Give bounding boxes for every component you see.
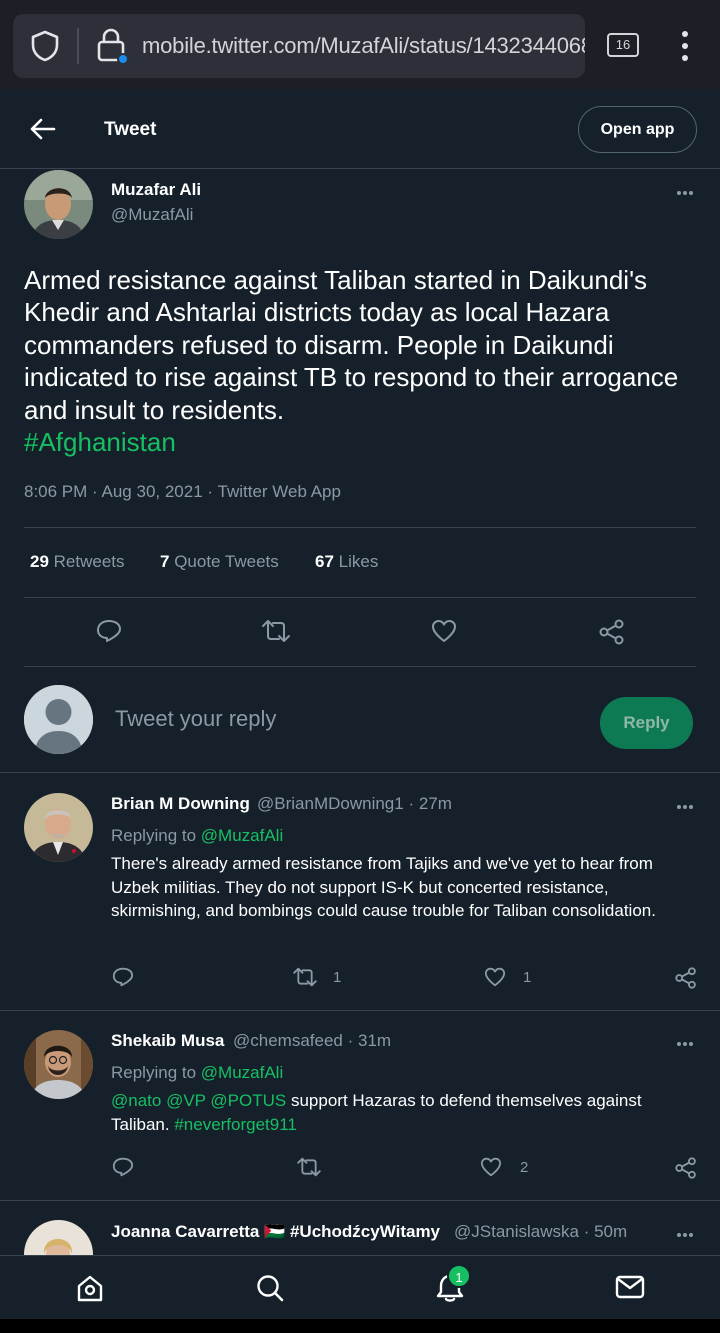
divider (24, 597, 696, 598)
handle-text: @chemsafeed (233, 1031, 343, 1050)
quotes-label: Quote Tweets (174, 552, 279, 571)
retweet-icon[interactable] (296, 1157, 322, 1177)
system-navigation-strip (0, 1319, 720, 1333)
share-icon[interactable] (675, 967, 697, 989)
notification-badge: 1 (447, 1264, 471, 1288)
tab-count-button[interactable]: 16 (607, 33, 639, 57)
search-icon[interactable] (255, 1273, 285, 1303)
open-app-button[interactable]: Open app (578, 106, 697, 153)
likes-stat[interactable]: 67 Likes (315, 552, 378, 572)
current-user-avatar[interactable] (24, 685, 93, 754)
replying-to-mention[interactable]: @MuzafAli (201, 1063, 283, 1082)
browser-menu-icon[interactable] (681, 30, 689, 62)
tweet-meta: 8:06 PM · Aug 30, 2021 · Twitter Web App (24, 482, 341, 502)
reply-text: @nato @VP @POTUS support Hazaras to defe… (111, 1089, 701, 1136)
more-options-icon[interactable] (676, 1232, 694, 1238)
share-icon[interactable] (599, 619, 625, 645)
tweet-body: Armed resistance against Taliban started… (24, 265, 679, 425)
retweets-label: Retweets (53, 552, 125, 571)
tweet-time[interactable]: 8:06 PM (24, 482, 87, 501)
handle-text: @BrianMDowning1 (257, 794, 404, 813)
likes-count: 67 (315, 552, 334, 571)
address-bar[interactable]: mobile.twitter.com/MuzafAli/status/14323… (13, 14, 585, 78)
like-heart-icon[interactable] (480, 1157, 502, 1177)
reply-author-handle[interactable]: @JStanislawska · 50m (454, 1222, 627, 1242)
reply-time[interactable]: · 27m (408, 794, 451, 813)
hashtag-link[interactable]: #Afghanistan (24, 427, 176, 457)
retweets-count: 29 (30, 552, 49, 571)
reply-author-name[interactable]: Shekaib Musa (111, 1031, 224, 1051)
share-icon[interactable] (675, 1157, 697, 1179)
shield-icon[interactable] (30, 30, 60, 62)
quote-tweets-stat[interactable]: 7 Quote Tweets (160, 552, 279, 572)
tweet-date[interactable]: Aug 30, 2021 (102, 482, 203, 501)
reply-icon[interactable] (112, 1157, 134, 1177)
replying-to-line: Replying to @MuzafAli (111, 1063, 283, 1083)
more-options-icon[interactable] (676, 804, 694, 810)
reply-avatar[interactable] (24, 793, 93, 862)
author-avatar[interactable] (24, 170, 93, 239)
replying-to-line: Replying to @MuzafAli (111, 826, 283, 846)
author-name[interactable]: Muzafar Ali (111, 180, 201, 200)
author-handle[interactable]: @MuzafAli (111, 205, 193, 225)
meta-separator: · (207, 482, 214, 501)
retweet-icon[interactable] (292, 967, 318, 987)
reply-icon[interactable] (96, 619, 122, 643)
retweets-stat[interactable]: 29 Retweets (30, 552, 125, 572)
reply-mentions[interactable]: @nato @VP @POTUS (111, 1091, 286, 1110)
like-heart-icon[interactable] (431, 619, 457, 643)
messages-envelope-icon[interactable] (615, 1275, 645, 1299)
more-options-icon[interactable] (676, 190, 694, 196)
address-separator (77, 28, 79, 64)
replying-to-label: Replying to (111, 826, 197, 845)
reply-time[interactable]: · 31m (348, 1031, 391, 1050)
hashtag-link[interactable]: #neverforget911 (174, 1115, 297, 1134)
handle-text: @JStanislawska (454, 1222, 579, 1241)
url-text[interactable]: mobile.twitter.com/MuzafAli/status/14323… (142, 33, 585, 59)
divider (24, 666, 696, 667)
reply-button[interactable]: Reply (600, 697, 693, 749)
reply-author-name[interactable]: Brian M Downing (111, 794, 250, 814)
likes-label: Likes (338, 552, 379, 571)
reply-avatar[interactable] (24, 1030, 93, 1099)
retweet-icon[interactable] (261, 619, 291, 643)
divider (24, 527, 696, 528)
home-icon[interactable] (75, 1273, 105, 1303)
replying-to-label: Replying to (111, 1063, 197, 1082)
like-count: 1 (523, 969, 532, 986)
divider (0, 1200, 720, 1201)
tweet-source: Twitter Web App (217, 482, 341, 501)
meta-separator: · (92, 482, 98, 501)
back-arrow-icon[interactable] (30, 117, 56, 141)
page-title: Tweet (104, 119, 157, 140)
app-header: Tweet Open app (0, 90, 720, 169)
more-options-icon[interactable] (676, 1041, 694, 1047)
quotes-count: 7 (160, 552, 170, 571)
replying-to-mention[interactable]: @MuzafAli (201, 826, 283, 845)
reply-text: There's already armed resistance from Ta… (111, 854, 656, 920)
bottom-navigation (0, 1255, 720, 1319)
retweet-count: 1 (333, 969, 342, 986)
tweet-text: Armed resistance against Taliban started… (24, 264, 694, 458)
reply-time[interactable]: · 50m (584, 1222, 627, 1241)
like-heart-icon[interactable] (484, 967, 506, 987)
connection-status-dot (117, 53, 129, 65)
reply-author-handle[interactable]: @BrianMDowning1 · 27m (257, 794, 452, 814)
reply-author-name[interactable]: Joanna Cavarretta 🇵🇸 #UchodźcyWitamy (111, 1222, 440, 1242)
reply-author-handle[interactable]: @chemsafeed · 31m (233, 1031, 391, 1051)
reply-input[interactable]: Tweet your reply (115, 706, 276, 732)
divider (0, 772, 720, 773)
browser-toolbar: mobile.twitter.com/MuzafAli/status/14323… (0, 0, 720, 90)
like-count: 2 (520, 1159, 529, 1176)
reply-icon[interactable] (112, 967, 134, 987)
divider (0, 1010, 720, 1011)
